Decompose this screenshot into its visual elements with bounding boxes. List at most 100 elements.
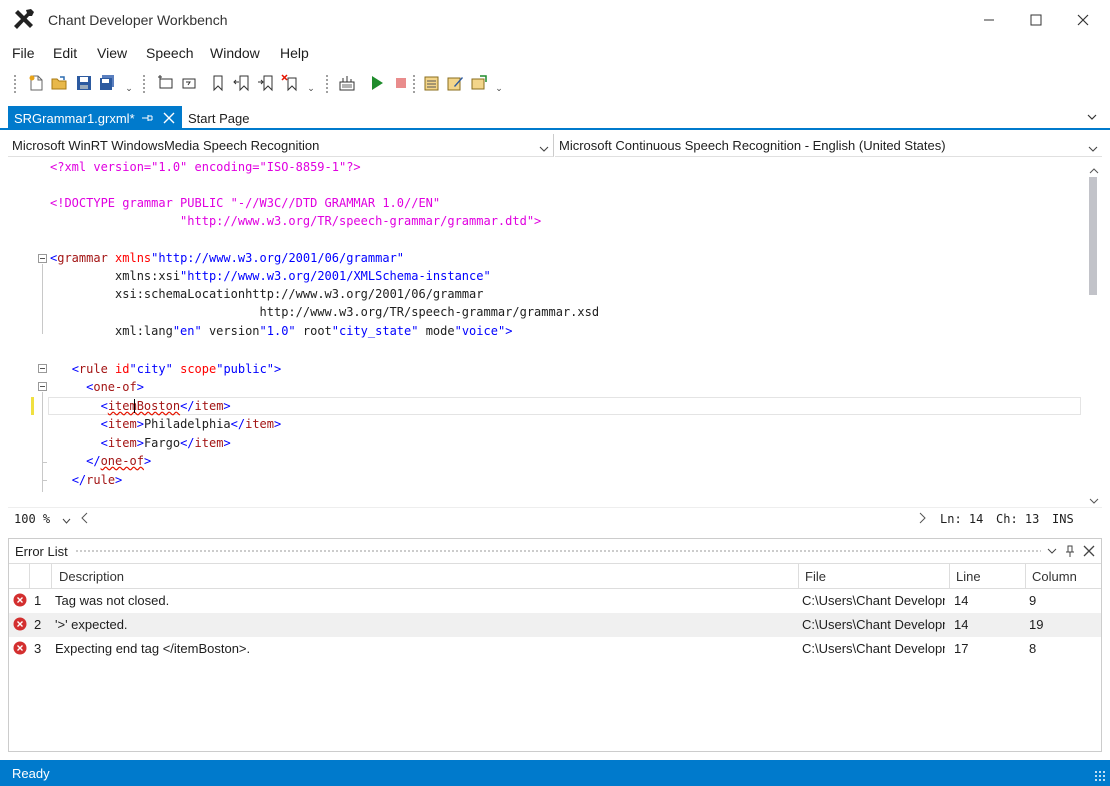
open-folder-icon[interactable] bbox=[48, 72, 70, 94]
chevron-down-icon[interactable] bbox=[62, 514, 71, 524]
error-row[interactable]: 3 Expecting end tag </itemBoston>. C:\Us… bbox=[9, 637, 1101, 661]
stop-icon[interactable] bbox=[390, 72, 412, 94]
char-indicator: Ch: 13 bbox=[996, 512, 1040, 526]
code-line: <?xml version="1.0" encoding="ISO-8859-1… bbox=[50, 160, 361, 174]
close-icon[interactable] bbox=[162, 111, 176, 125]
code-line-current: <itemBoston</item> bbox=[100, 399, 231, 413]
pin-icon[interactable] bbox=[1063, 544, 1077, 558]
new-file-icon[interactable] bbox=[25, 72, 47, 94]
editor-status-bar: 100 % Ln: 14 Ch: 13 INS bbox=[8, 507, 1102, 529]
column-header-column[interactable]: Column bbox=[1032, 569, 1077, 584]
error-row[interactable]: 1 Tag was not closed. C:\Users\Chant Dev… bbox=[9, 589, 1101, 613]
tab-label: SRGrammar1.grxml* bbox=[14, 111, 135, 126]
edit-properties-icon[interactable] bbox=[444, 72, 466, 94]
run-icon[interactable] bbox=[366, 72, 388, 94]
error-column: 19 bbox=[1029, 617, 1044, 632]
column-header-description[interactable]: Description bbox=[59, 569, 124, 584]
chevron-down-icon[interactable] bbox=[539, 141, 549, 152]
toolbar-overflow-icon[interactable]: ⌄ bbox=[494, 78, 504, 94]
close-icon[interactable] bbox=[1082, 544, 1096, 558]
menu-view[interactable]: View bbox=[97, 45, 127, 61]
code-line: </one-of> bbox=[86, 454, 152, 468]
fold-toggle[interactable] bbox=[38, 382, 47, 391]
tab-start-page[interactable]: Start Page bbox=[188, 111, 249, 126]
speech-engine-select[interactable]: Microsoft Continuous Speech Recognition … bbox=[555, 134, 1102, 157]
error-icon bbox=[13, 593, 27, 607]
column-header-line[interactable]: Line bbox=[956, 569, 981, 584]
tab-srgrammar1[interactable]: SRGrammar1.grxml* bbox=[8, 106, 182, 130]
export-icon[interactable] bbox=[468, 72, 490, 94]
engine-selector-row: Microsoft WinRT WindowsMedia Speech Reco… bbox=[8, 134, 1102, 157]
panel-title: Error List bbox=[15, 544, 68, 559]
scroll-up-icon[interactable] bbox=[1089, 163, 1099, 174]
scroll-left-icon[interactable] bbox=[80, 512, 89, 524]
error-list-panel: Error List Description File Line Column … bbox=[8, 538, 1102, 752]
zoom-level[interactable]: 100 % bbox=[14, 512, 50, 526]
fold-guide bbox=[42, 480, 47, 481]
save-all-icon[interactable] bbox=[96, 72, 118, 94]
error-icon bbox=[13, 617, 27, 631]
properties-icon[interactable] bbox=[420, 72, 442, 94]
previous-bookmark-icon[interactable] bbox=[231, 72, 253, 94]
toolbar-grip[interactable] bbox=[412, 74, 416, 94]
error-column: 8 bbox=[1029, 641, 1037, 656]
error-icon bbox=[13, 641, 27, 655]
column-header-file[interactable]: File bbox=[805, 569, 826, 584]
toolbar-grip[interactable] bbox=[142, 74, 146, 94]
bookmark-icon[interactable] bbox=[207, 72, 229, 94]
remove-rule-icon[interactable] bbox=[178, 72, 200, 94]
minimize-button[interactable] bbox=[966, 0, 1012, 40]
column-separator bbox=[798, 564, 799, 589]
scrollbar-thumb[interactable] bbox=[1089, 177, 1097, 295]
resize-grip-icon[interactable] bbox=[1094, 770, 1106, 782]
toolbar-grip[interactable] bbox=[325, 74, 329, 94]
changed-line-marker bbox=[31, 397, 34, 415]
menu-window[interactable]: Window bbox=[210, 45, 260, 61]
clear-bookmarks-icon[interactable] bbox=[279, 72, 301, 94]
code-line: xmlns:xsi"http://www.w3.org/2001/XMLSche… bbox=[50, 269, 491, 283]
scroll-right-icon[interactable] bbox=[918, 512, 927, 524]
toolbar-overflow-icon[interactable]: ⌄ bbox=[306, 78, 316, 94]
fold-toggle[interactable] bbox=[38, 254, 47, 263]
vertical-scrollbar[interactable] bbox=[1086, 157, 1102, 507]
text-caret bbox=[134, 399, 135, 413]
save-icon[interactable] bbox=[73, 72, 95, 94]
chevron-down-icon[interactable] bbox=[1088, 141, 1098, 152]
menu-help[interactable]: Help bbox=[280, 45, 309, 61]
error-description: Tag was not closed. bbox=[55, 593, 170, 608]
maximize-button[interactable] bbox=[1013, 0, 1059, 40]
code-line: "http://www.w3.org/TR/speech-grammar/gra… bbox=[50, 214, 542, 228]
status-bar: Ready bbox=[0, 760, 1110, 786]
code-line: <!DOCTYPE grammar PUBLIC "-//W3C//DTD GR… bbox=[50, 196, 441, 210]
fold-toggle[interactable] bbox=[38, 364, 47, 373]
error-number: 1 bbox=[34, 593, 42, 608]
build-grammar-icon[interactable] bbox=[336, 72, 358, 94]
menu-edit[interactable]: Edit bbox=[53, 45, 77, 61]
code-line: <grammar xmlns"http://www.w3.org/2001/06… bbox=[50, 251, 405, 265]
close-window-button[interactable] bbox=[1060, 0, 1106, 40]
error-list-header: Error List bbox=[9, 539, 1101, 563]
error-file: C:\Users\Chant Developn bbox=[802, 617, 945, 632]
add-rule-icon[interactable] bbox=[155, 72, 177, 94]
error-row[interactable]: 2 '>' expected. C:\Users\Chant Developn … bbox=[9, 613, 1101, 637]
recognizer-engine-select[interactable]: Microsoft WinRT WindowsMedia Speech Reco… bbox=[8, 134, 554, 157]
column-separator bbox=[51, 564, 52, 589]
toolbar-grip[interactable] bbox=[13, 74, 17, 94]
menu-file[interactable]: File bbox=[12, 45, 35, 61]
chevron-down-icon[interactable] bbox=[1045, 544, 1059, 558]
speech-engine-value: Microsoft Continuous Speech Recognition … bbox=[559, 138, 946, 153]
scroll-down-icon[interactable] bbox=[1089, 493, 1099, 504]
menu-speech[interactable]: Speech bbox=[146, 45, 193, 61]
code-editor[interactable]: <?xml version="1.0" encoding="ISO-8859-1… bbox=[8, 157, 1102, 507]
chevron-down-icon[interactable] bbox=[1086, 111, 1098, 123]
column-separator bbox=[29, 564, 30, 589]
toolbar: ⌄ ⌄ ⌄ bbox=[0, 66, 1110, 100]
code-line: <item>Fargo</item> bbox=[100, 436, 231, 450]
crossed-tools-icon bbox=[12, 8, 36, 32]
menu-bar: File Edit View Speech Window Help bbox=[0, 42, 1110, 64]
toolbar-overflow-icon[interactable]: ⌄ bbox=[124, 78, 134, 94]
fold-guide bbox=[42, 264, 43, 334]
panel-drag-grip[interactable] bbox=[75, 549, 1041, 554]
pin-icon[interactable] bbox=[140, 111, 154, 125]
next-bookmark-icon[interactable] bbox=[255, 72, 277, 94]
